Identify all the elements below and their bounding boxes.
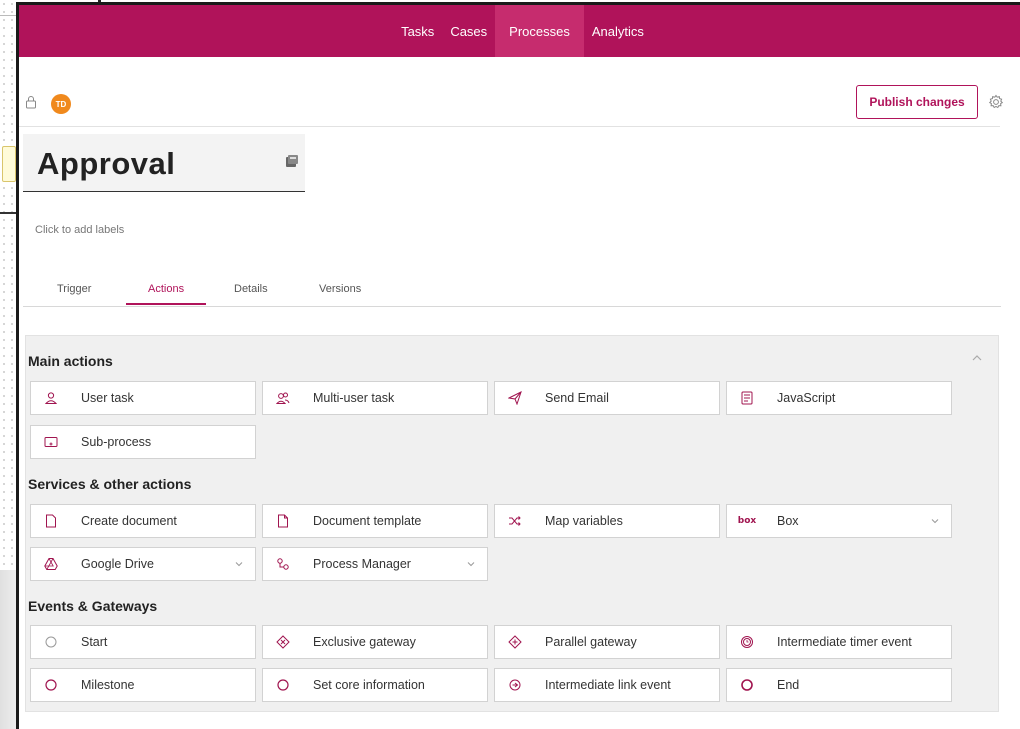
nav-cases[interactable]: Cases [442,5,495,57]
action-user-task[interactable]: User task [30,381,256,415]
process-title-field[interactable]: Approval [23,134,305,192]
nav-analytics[interactable]: Analytics [584,5,652,57]
action-label: Set core information [313,678,425,692]
action-label: JavaScript [777,391,836,405]
action-google-drive[interactable]: Google Drive [30,547,256,581]
document-template-icon [276,514,290,528]
action-process-manager[interactable]: Process Manager [262,547,488,581]
lock-icon[interactable] [25,95,37,109]
actions-palette: Main actions User task Multi-user task S… [25,335,999,712]
user-icon [44,391,58,405]
save-version-icon[interactable] [285,154,299,168]
action-label: Exclusive gateway [313,635,416,649]
action-label: Parallel gateway [545,635,637,649]
action-start[interactable]: Start [30,625,256,659]
chevron-up-icon[interactable] [972,354,982,362]
action-label: Sub-process [81,435,152,449]
action-label: Google Drive [81,557,154,571]
exclusive-gateway-icon [276,635,290,649]
action-label: Intermediate timer event [777,635,912,649]
shuffle-icon [508,514,522,528]
action-milestone[interactable]: Milestone [30,668,256,702]
parallel-gateway-icon [508,635,522,649]
nav-menu: Tasks Cases Processes Analytics [393,5,652,57]
action-intermediate-timer-event[interactable]: Intermediate timer event [726,625,952,659]
action-label: Create document [81,514,177,528]
section-title-services: Services & other actions [28,476,192,492]
action-intermediate-link-event[interactable]: Intermediate link event [494,668,720,702]
publish-changes-button[interactable]: Publish changes [856,85,978,119]
start-event-icon [44,635,58,649]
action-sub-process[interactable]: Sub-process [30,425,256,459]
action-label: Send Email [545,391,609,405]
chevron-down-icon[interactable] [931,518,939,524]
action-send-email[interactable]: Send Email [494,381,720,415]
action-label: User task [81,391,134,405]
google-drive-icon [44,557,58,571]
link-event-icon [508,678,522,692]
tab-details[interactable]: Details [234,283,268,303]
milestone-icon [44,678,58,692]
editor-tabs: Trigger Actions Details Versions [23,273,1001,307]
chevron-down-icon[interactable] [467,561,475,567]
tab-actions[interactable]: Actions [126,283,207,305]
process-manager-icon [276,557,290,571]
action-label: Map variables [545,514,623,528]
chevron-down-icon[interactable] [235,561,243,567]
action-label: Start [81,635,108,649]
action-label: Multi-user task [313,391,395,405]
action-end[interactable]: End [726,668,952,702]
process-editor-panel: Tasks Cases Processes Analytics TD Publi… [16,2,1020,729]
action-label: Document template [313,514,422,528]
multi-user-icon [276,391,290,405]
action-set-core-information[interactable]: Set core information [262,668,488,702]
nav-processes[interactable]: Processes [495,5,584,57]
action-document-template[interactable]: Document template [262,504,488,538]
set-core-information-icon [276,678,290,692]
action-label: End [777,678,800,692]
action-create-document[interactable]: Create document [30,504,256,538]
editor-toolbar: TD Publish changes [19,57,1004,127]
action-label: Box [777,514,799,528]
action-box[interactable]: box Box [726,504,952,538]
action-exclusive-gateway[interactable]: Exclusive gateway [262,625,488,659]
process-title[interactable]: Approval [37,146,175,182]
gear-icon[interactable] [988,94,1004,110]
section-title-events-gateways: Events & Gateways [28,598,158,614]
box-logo-icon: box [737,516,757,526]
document-icon [44,514,58,528]
script-icon [740,391,754,405]
top-navigation: Tasks Cases Processes Analytics [19,5,1020,57]
action-label: Process Manager [313,557,411,571]
timer-event-icon [740,635,754,649]
section-title-main-actions: Main actions [28,353,113,369]
action-label: Milestone [81,678,135,692]
add-labels-link[interactable]: Click to add labels [35,224,124,236]
nav-tasks[interactable]: Tasks [393,5,442,57]
tab-versions[interactable]: Versions [319,283,361,303]
subprocess-icon [44,435,58,449]
action-parallel-gateway[interactable]: Parallel gateway [494,625,720,659]
action-label: Intermediate link event [545,678,671,692]
action-map-variables[interactable]: Map variables [494,504,720,538]
canvas-note [2,146,16,182]
tab-trigger[interactable]: Trigger [57,283,91,303]
action-javascript[interactable]: JavaScript [726,381,952,415]
avatar[interactable]: TD [51,94,71,114]
send-icon [508,391,522,405]
end-event-icon [740,678,754,692]
action-multi-user-task[interactable]: Multi-user task [262,381,488,415]
